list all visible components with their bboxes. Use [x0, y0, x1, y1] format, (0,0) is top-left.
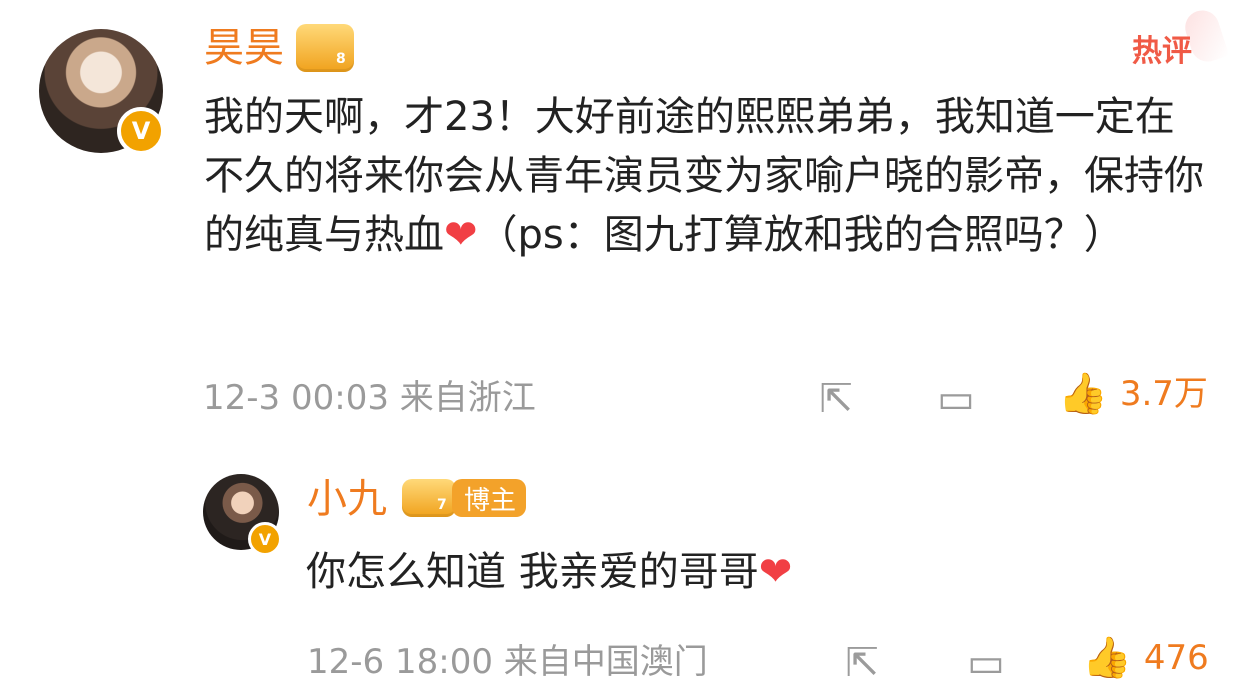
- comment-username-reply[interactable]: 小九: [307, 479, 387, 519]
- like-icon: 👍: [1058, 371, 1108, 417]
- comment-meta-main: 12-3 00:03 来自浙江: [203, 381, 536, 415]
- heart-emoji-icon: ❤: [758, 549, 793, 595]
- comment-username-main[interactable]: 昊昊: [204, 28, 284, 68]
- blogger-role-badge: 博主: [452, 479, 527, 517]
- comment-reply-body: 你怎么知道 我亲爱的哥哥: [306, 549, 759, 595]
- like-icon: 👍: [1082, 635, 1132, 681]
- like-button-main[interactable]: 👍 3.7万: [1058, 374, 1208, 414]
- like-count-reply: 476: [1143, 638, 1209, 678]
- comment-location-main: 来自浙江: [399, 378, 536, 418]
- comment-icon[interactable]: ▭: [932, 375, 980, 423]
- hot-comment-badge: 热评: [1132, 34, 1192, 69]
- member-level-badge: 7: [437, 497, 447, 513]
- comment-date-main: 12-3 00:03: [203, 378, 389, 418]
- verified-badge-icon: V: [248, 522, 282, 556]
- member-crown-icon: 7: [402, 479, 456, 517]
- comment-location-reply: 来自中国澳门: [503, 642, 708, 682]
- like-count-main: 3.7万: [1119, 374, 1208, 414]
- comment-icon[interactable]: ▭: [962, 639, 1010, 687]
- comment-meta-reply: 12-6 18:00 来自中国澳门: [307, 645, 708, 679]
- verified-badge-icon: V: [117, 107, 165, 155]
- share-icon[interactable]: ⇱: [812, 375, 860, 423]
- member-crown-icon: 8: [296, 24, 354, 72]
- like-button-reply[interactable]: 👍 476: [1082, 638, 1209, 678]
- share-icon[interactable]: ⇱: [838, 639, 886, 687]
- heart-emoji-icon: ❤: [444, 212, 478, 258]
- comment-text-main: 我的天啊，才23！大好前途的熙熙弟弟，我知道一定在不久的将来你会从青年演员变为家…: [204, 88, 1209, 265]
- member-level-badge: 8: [336, 51, 346, 67]
- comment-main-suffix: （ps：图九打算放和我的合照吗？）: [477, 212, 1124, 258]
- comment-text-reply: 你怎么知道 我亲爱的哥哥❤: [306, 543, 1206, 602]
- comment-date-reply: 12-6 18:00: [307, 642, 493, 682]
